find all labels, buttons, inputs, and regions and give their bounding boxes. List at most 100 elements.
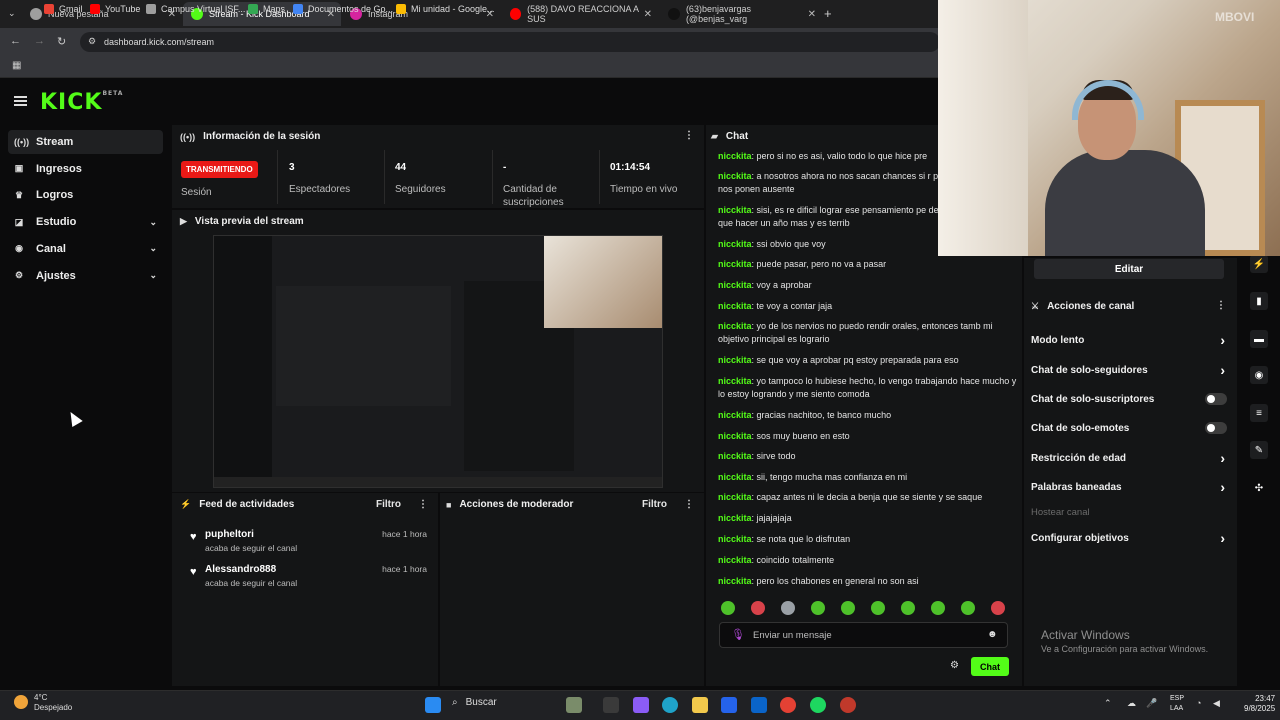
chat-username[interactable]: nicckita: [718, 376, 752, 386]
volume-icon[interactable]: ◀: [1213, 698, 1220, 709]
clip-action-icon[interactable]: ▮: [1250, 292, 1268, 310]
moderator-filter-button[interactable]: Filtro: [642, 499, 667, 510]
stream-preview-video[interactable]: [213, 235, 663, 488]
chat-username[interactable]: nicckita: [718, 301, 752, 311]
chat-username[interactable]: nicckita: [718, 472, 752, 482]
app-icon[interactable]: [840, 697, 856, 713]
emote-icon[interactable]: [721, 601, 735, 615]
sidebar-item-estudio[interactable]: ◪ Estudio ⌄: [8, 210, 163, 234]
store-icon[interactable]: [721, 697, 737, 713]
wrench-action-icon[interactable]: ✎: [1250, 441, 1268, 459]
chat-message[interactable]: nicckita: yo de los nervios no puedo ren…: [718, 320, 1018, 346]
chat-username[interactable]: nicckita: [718, 576, 752, 586]
chat-username[interactable]: nicckita: [718, 451, 752, 461]
chat-message[interactable]: nicckita: se que voy a aprobar pq estoy …: [718, 354, 1018, 367]
lightning-action-icon[interactable]: ⚡: [1250, 255, 1268, 273]
toggle-switch[interactable]: [1205, 393, 1227, 405]
activity-filter-button[interactable]: Filtro: [376, 499, 401, 510]
chat-message[interactable]: nicckita: gracias nachitoo, te banco muc…: [718, 409, 1018, 422]
emote-icon[interactable]: [751, 601, 765, 615]
chat-message[interactable]: nicckita: sirve todo: [718, 450, 1018, 463]
site-info-icon[interactable]: ⚙: [88, 36, 96, 47]
channel-action-item[interactable]: Palabras baneadas ›: [1031, 478, 1231, 496]
puzzle-action-icon[interactable]: ✣: [1250, 479, 1268, 497]
chat-username[interactable]: nicckita: [718, 259, 752, 269]
chat-message[interactable]: nicckita: pero los chabones en general n…: [718, 575, 1018, 588]
channel-action-item[interactable]: Configurar objetivos ›: [1031, 529, 1231, 547]
spotify-icon[interactable]: [810, 697, 826, 713]
chat-username[interactable]: nicckita: [718, 431, 752, 441]
explorer-icon[interactable]: [692, 697, 708, 713]
emote-icon[interactable]: [901, 601, 915, 615]
mic-tray-icon[interactable]: 🎤: [1146, 698, 1157, 709]
emote-icon[interactable]: [871, 601, 885, 615]
chat-message[interactable]: nicckita: capaz antes ni le decia a benj…: [718, 491, 1018, 504]
moderator-more-icon[interactable]: ⋮: [684, 499, 694, 510]
chat-message[interactable]: nicckita: puede pasar, pero no va a pasa…: [718, 258, 1018, 271]
chat-message[interactable]: nicckita: sos muy bueno en esto: [718, 430, 1018, 443]
chat-username[interactable]: nicckita: [718, 321, 752, 331]
chat-username[interactable]: nicckita: [718, 513, 752, 523]
chat-message[interactable]: nicckita: se nota que lo disfrutan: [718, 533, 1018, 546]
close-tab-icon[interactable]: ✕: [644, 9, 652, 20]
activity-more-icon[interactable]: ⋮: [418, 499, 428, 510]
sidebar-item-ajustes[interactable]: ⚙ Ajustes ⌄: [8, 264, 163, 288]
bookmark-item[interactable]: Gmail: [44, 4, 83, 14]
bookmark-item[interactable]: Documentos de Go...: [293, 4, 393, 14]
channel-action-item[interactable]: Chat de solo-emotes: [1031, 419, 1231, 437]
channel-action-item[interactable]: Modo lento ›: [1031, 331, 1231, 349]
channel-action-item[interactable]: Chat de solo-seguidores ›: [1031, 361, 1231, 379]
forward-icon[interactable]: →: [34, 35, 45, 47]
emote-icon[interactable]: [841, 601, 855, 615]
chrome-icon[interactable]: [780, 697, 796, 713]
browser-tab[interactable]: (63)benjavargas (@benjas_varg ✕: [660, 2, 822, 26]
chat-username[interactable]: nicckita: [718, 205, 752, 215]
chat-username[interactable]: nicckita: [718, 355, 752, 365]
activity-item[interactable]: ♥ pupheltori acaba de seguir el canal hace …: [184, 529, 429, 557]
sidebar-item-ingresos[interactable]: ▣ Ingresos: [8, 157, 163, 181]
chat-message[interactable]: nicckita: yo tampoco lo hubiese hecho, l…: [718, 375, 1018, 401]
chat-message[interactable]: nicckita: te voy a contar jaja: [718, 300, 1018, 313]
broadcast-action-icon[interactable]: ◉: [1250, 366, 1268, 384]
bookmark-item[interactable]: Maps: [248, 4, 285, 14]
windows-start-icon[interactable]: [425, 697, 441, 713]
task-view-icon[interactable]: [603, 697, 619, 713]
chat-username[interactable]: nicckita: [718, 492, 752, 502]
chat-username[interactable]: nicckita: [718, 280, 752, 290]
chat-message[interactable]: nicckita: jajajajaja: [718, 512, 1018, 525]
reload-icon[interactable]: ↻: [57, 35, 66, 48]
weather-widget[interactable]: 4°C Despejado: [34, 693, 72, 713]
new-tab-button[interactable]: +: [824, 6, 832, 21]
channel-action-item[interactable]: Chat de solo-suscriptores: [1031, 390, 1231, 408]
taskbar-search[interactable]: ⌕ Buscar: [452, 697, 497, 708]
sidebar-item-canal[interactable]: ◉ Canal ⌄: [8, 237, 163, 261]
chat-input[interactable]: Enviar un mensaje: [719, 622, 1008, 648]
chat-message[interactable]: nicckita: sii, tengo mucha mas confianza…: [718, 471, 1018, 484]
bookmark-item[interactable]: Mi unidad - Google...: [396, 4, 495, 14]
weather-icon[interactable]: [14, 695, 28, 709]
channel-actions-more-icon[interactable]: ⋮: [1216, 300, 1226, 311]
sidebar-item-stream[interactable]: ((•)) Stream: [8, 130, 163, 154]
sidebar-item-logros[interactable]: ♛ Logros: [8, 183, 163, 207]
chat-username[interactable]: nicckita: [718, 534, 752, 544]
edit-button[interactable]: Editar: [1034, 259, 1224, 279]
chat-username[interactable]: nicckita: [718, 555, 752, 565]
chat-username[interactable]: nicckita: [718, 239, 752, 249]
browser-tab[interactable]: (588) DAVO REACCIONA A SUS ✕: [502, 2, 658, 26]
emoji-icon[interactable]: ☻: [987, 629, 998, 640]
chat-message[interactable]: nicckita: voy a aprobar: [718, 279, 1018, 292]
apps-icon[interactable]: ▦: [12, 60, 21, 71]
tab-search-icon[interactable]: ⌄: [8, 8, 16, 19]
close-tab-icon[interactable]: ✕: [808, 9, 816, 20]
microphone-icon[interactable]: 🎙: [731, 628, 745, 641]
chat-send-button[interactable]: Chat: [971, 657, 1009, 676]
chat-username[interactable]: nicckita: [718, 410, 752, 420]
channel-action-item[interactable]: Restricción de edad ›: [1031, 449, 1231, 467]
widgets-icon[interactable]: [566, 697, 582, 713]
menu-icon[interactable]: [14, 96, 27, 106]
emote-icon[interactable]: [781, 601, 795, 615]
chat-action-icon[interactable]: ▬: [1250, 330, 1268, 348]
edge-icon[interactable]: [662, 697, 678, 713]
emote-icon[interactable]: [811, 601, 825, 615]
outlook-icon[interactable]: [751, 697, 767, 713]
